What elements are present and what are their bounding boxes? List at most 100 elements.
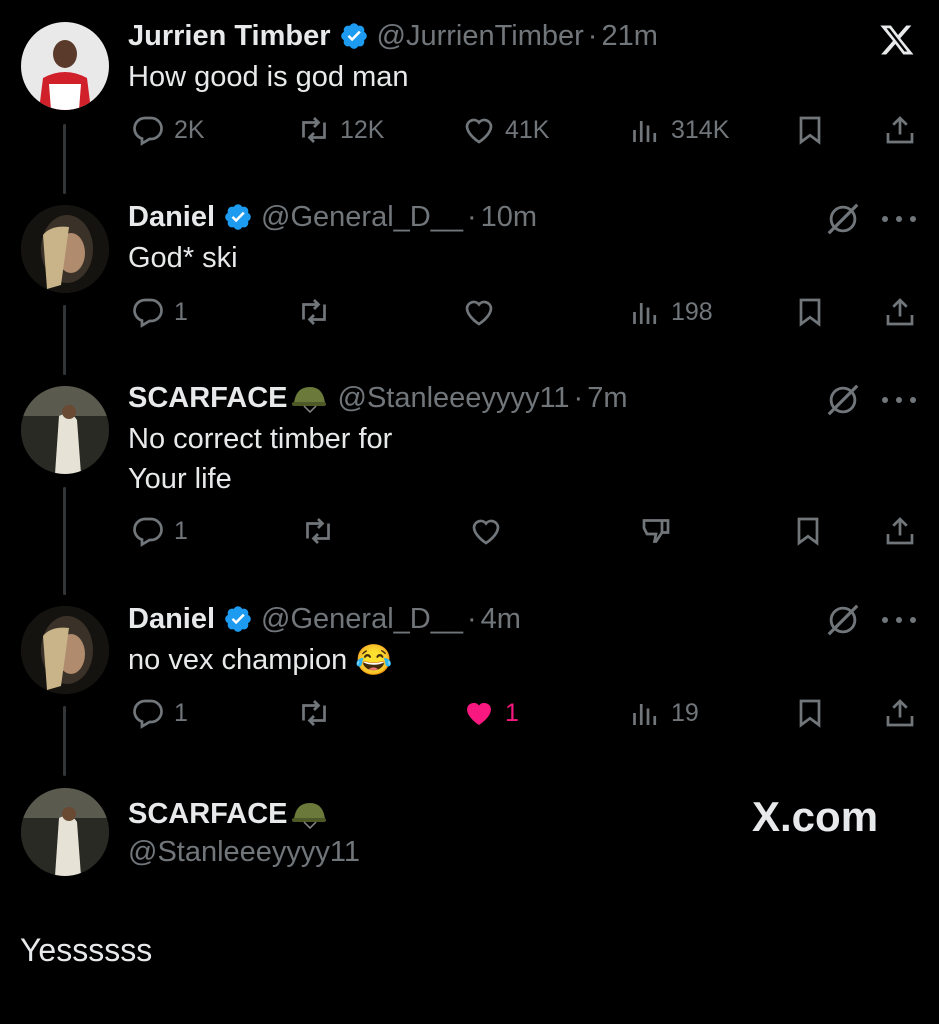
repost-icon bbox=[302, 117, 326, 143]
handle[interactable]: @JurrienTimber bbox=[377, 19, 584, 53]
reply-icon bbox=[133, 699, 163, 729]
focused-tweet-header: SCARFACE bbox=[128, 797, 328, 831]
thread-line bbox=[63, 124, 66, 194]
reply-count: 2K bbox=[174, 115, 205, 144]
reply-count: 1 bbox=[174, 297, 188, 326]
views-count: 198 bbox=[671, 297, 713, 326]
handle[interactable]: @Stanleeeyyyy11 bbox=[338, 381, 570, 415]
bookmark-icon bbox=[799, 116, 821, 145]
more-options-icon[interactable] bbox=[882, 614, 916, 626]
focused-tweet-text: Yessssss bbox=[20, 932, 153, 968]
avatar[interactable] bbox=[21, 386, 109, 474]
tweet-text: No correct timber for Your life bbox=[128, 423, 393, 495]
thumbs-down-icon bbox=[642, 519, 670, 543]
display-name[interactable]: Daniel bbox=[128, 200, 215, 234]
views-icon bbox=[633, 303, 657, 324]
display-name[interactable]: SCARFACE bbox=[128, 797, 288, 831]
more-options-icon[interactable] bbox=[882, 213, 916, 225]
timestamp[interactable]: 21m bbox=[601, 19, 657, 53]
views-count: 314K bbox=[671, 115, 730, 144]
share-icon bbox=[886, 517, 914, 545]
tweet-text: God* ski bbox=[128, 242, 238, 274]
x-logo-icon[interactable] bbox=[878, 22, 916, 58]
like-button[interactable]: 1 bbox=[461, 695, 519, 731]
more-options-icon[interactable] bbox=[882, 394, 916, 406]
military-helmet-icon bbox=[291, 387, 326, 413]
views-button[interactable]: 19 bbox=[627, 695, 699, 731]
repost-icon bbox=[302, 299, 326, 325]
downvote-button[interactable] bbox=[638, 513, 674, 549]
share-button[interactable] bbox=[882, 294, 918, 330]
like-count: 1 bbox=[505, 698, 519, 727]
like-button[interactable] bbox=[468, 513, 504, 549]
grok-icon[interactable] bbox=[824, 601, 862, 639]
reply-icon bbox=[133, 116, 163, 146]
reply-button[interactable]: 1 bbox=[130, 513, 188, 549]
share-button[interactable] bbox=[882, 513, 918, 549]
avatar[interactable] bbox=[21, 788, 109, 876]
laughing-tears-emoji: 😂 bbox=[355, 644, 393, 678]
like-button[interactable] bbox=[461, 294, 497, 330]
repost-icon bbox=[306, 518, 330, 544]
separator-dot: · bbox=[573, 382, 584, 414]
heart-filled-icon bbox=[467, 702, 491, 725]
share-icon bbox=[886, 116, 914, 144]
bookmark-button[interactable] bbox=[792, 294, 828, 330]
tweet-header: SCARFACE @Stanleeeyyyy11 · 7m bbox=[128, 381, 628, 415]
bookmark-icon bbox=[797, 517, 819, 546]
reply-icon bbox=[133, 517, 163, 547]
bookmark-button[interactable] bbox=[790, 513, 826, 549]
views-button[interactable]: 314K bbox=[627, 112, 729, 148]
share-icon bbox=[886, 298, 914, 326]
reply-button[interactable]: 1 bbox=[130, 294, 188, 330]
reply-count: 1 bbox=[174, 698, 188, 727]
share-button[interactable] bbox=[882, 695, 918, 731]
display-name[interactable]: SCARFACE bbox=[128, 381, 288, 415]
timestamp[interactable]: 4m bbox=[481, 602, 521, 636]
thread-line bbox=[63, 305, 66, 375]
views-icon bbox=[633, 704, 657, 725]
reply-button[interactable]: 2K bbox=[130, 112, 205, 148]
views-count: 19 bbox=[671, 698, 699, 727]
timestamp[interactable]: 7m bbox=[587, 381, 627, 415]
like-button[interactable]: 41K bbox=[461, 112, 549, 148]
thread-line bbox=[63, 706, 66, 776]
share-icon bbox=[886, 699, 914, 727]
repost-count: 12K bbox=[340, 115, 385, 144]
repost-button[interactable]: 12K bbox=[296, 112, 384, 148]
like-count: 41K bbox=[505, 115, 550, 144]
watermark-text: X.com bbox=[752, 793, 879, 840]
tweet-text: How good is god man bbox=[128, 61, 409, 93]
reply-count: 1 bbox=[174, 516, 188, 545]
avatar[interactable] bbox=[21, 205, 109, 293]
tweet-header: Jurrien Timber @JurrienTimber · 21m bbox=[128, 19, 658, 53]
bookmark-button[interactable] bbox=[792, 695, 828, 731]
reply-icon bbox=[133, 298, 163, 328]
grok-icon[interactable] bbox=[824, 200, 862, 238]
repost-button[interactable] bbox=[296, 695, 332, 731]
thread-line bbox=[63, 487, 66, 595]
tweet-text-content: no vex champion bbox=[128, 644, 348, 676]
reply-button[interactable]: 1 bbox=[130, 695, 188, 731]
avatar[interactable] bbox=[21, 606, 109, 694]
tweet-header: Daniel @General_D__ · 4m bbox=[128, 602, 521, 636]
views-button[interactable]: 198 bbox=[627, 294, 713, 330]
avatar[interactable] bbox=[21, 22, 109, 110]
repost-button[interactable] bbox=[296, 294, 332, 330]
handle[interactable]: @Stanleeeyyyy11 bbox=[128, 835, 360, 869]
display-name[interactable]: Jurrien Timber bbox=[128, 19, 331, 53]
handle[interactable]: @General_D__ bbox=[261, 200, 463, 234]
display-name[interactable]: Daniel bbox=[128, 602, 215, 636]
verified-badge-icon bbox=[340, 23, 367, 49]
heart-icon bbox=[465, 118, 493, 144]
bookmark-button[interactable] bbox=[792, 112, 828, 148]
separator-dot: · bbox=[587, 20, 598, 52]
handle[interactable]: @General_D__ bbox=[261, 602, 463, 636]
share-button[interactable] bbox=[882, 112, 918, 148]
bookmark-icon bbox=[799, 298, 821, 327]
grok-icon[interactable] bbox=[824, 381, 862, 419]
repost-button[interactable] bbox=[300, 513, 336, 549]
tweet-text: no vex champion 😂 bbox=[128, 640, 393, 681]
timestamp[interactable]: 10m bbox=[481, 200, 537, 234]
military-helmet-icon bbox=[291, 803, 326, 829]
